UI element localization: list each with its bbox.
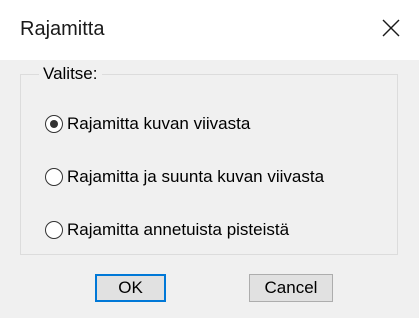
- dialog-client-area: Valitse: Rajamitta kuvan viivasta Rajami…: [0, 60, 419, 318]
- radio-button[interactable]: [45, 168, 63, 186]
- radio-button-selected[interactable]: [45, 115, 63, 133]
- dialog-window: Rajamitta Valitse: Rajamitta kuvan viiva…: [0, 0, 419, 318]
- radio-button[interactable]: [45, 221, 63, 239]
- dialog-title: Rajamitta: [20, 18, 105, 40]
- radio-label-points[interactable]: Rajamitta annetuista pisteistä: [67, 220, 289, 240]
- radio-label-line-and-direction[interactable]: Rajamitta ja suunta kuvan viivasta: [67, 167, 324, 187]
- radio-option-points[interactable]: Rajamitta annetuista pisteistä: [45, 218, 289, 242]
- ok-button[interactable]: OK: [95, 274, 166, 302]
- title-bar: Rajamitta: [0, 0, 419, 60]
- choice-groupbox: Valitse: Rajamitta kuvan viivasta Rajami…: [20, 64, 398, 255]
- close-icon: [381, 18, 401, 43]
- radio-selected-dot: [50, 120, 58, 128]
- radio-option-line[interactable]: Rajamitta kuvan viivasta: [45, 112, 250, 136]
- groupbox-label: Valitse:: [39, 64, 102, 84]
- radio-label-line[interactable]: Rajamitta kuvan viivasta: [67, 114, 250, 134]
- close-button[interactable]: [363, 6, 419, 54]
- cancel-button[interactable]: Cancel: [249, 274, 333, 302]
- radio-option-line-and-direction[interactable]: Rajamitta ja suunta kuvan viivasta: [45, 165, 324, 189]
